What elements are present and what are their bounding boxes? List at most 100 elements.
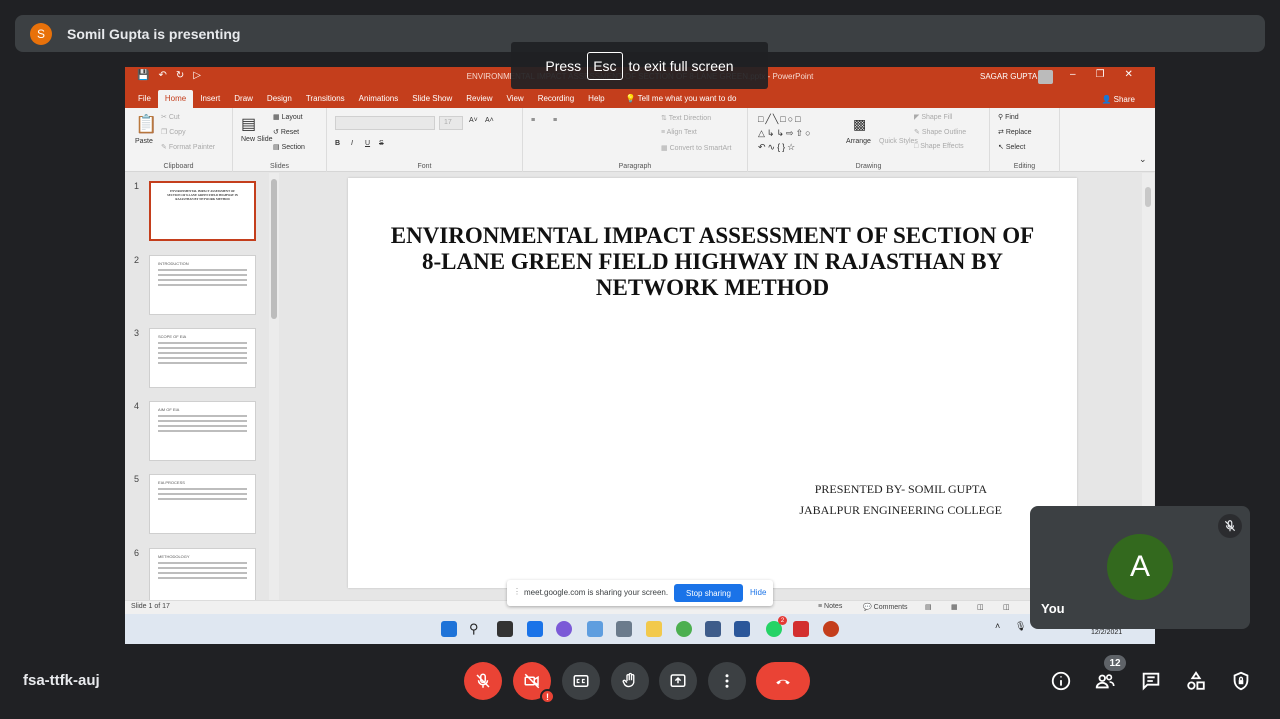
notepad-icon[interactable] [705,621,721,637]
tab-animations[interactable]: Animations [352,94,406,108]
self-video-tile[interactable]: A You [1030,506,1250,629]
tab-review[interactable]: Review [459,94,499,108]
drag-handle-icon[interactable]: ⋮ [513,587,521,596]
start-icon[interactable] [441,621,457,637]
font-size-input[interactable]: 17 [439,116,463,130]
word-icon[interactable] [734,621,750,637]
quick-styles-button[interactable]: Quick Styles [879,138,918,145]
more-options-button[interactable] [708,662,746,700]
leave-call-button[interactable] [756,662,810,700]
tab-slide-show[interactable]: Slide Show [405,94,459,108]
tab-view[interactable]: View [500,94,531,108]
present-now-button[interactable] [659,662,697,700]
close-icon[interactable]: ✕ [1125,69,1133,80]
shapes-gallery-row2[interactable]: △↳↳⇨⇧○ [758,128,813,139]
arrange-icon[interactable]: ▩ [853,116,866,133]
slideshow-view-icon[interactable]: ◫ [1003,603,1010,611]
select-button[interactable]: ↖ Select [998,143,1025,151]
numbering-icon[interactable]: ≡ [553,117,557,124]
powerpoint-icon[interactable] [823,621,839,637]
stop-sharing-button[interactable]: Stop sharing [674,584,743,602]
participants-button[interactable] [1092,668,1118,694]
scrollbar-thumb[interactable] [1145,187,1151,207]
strikethrough-button[interactable]: S [379,140,384,147]
share-button[interactable]: 👤 Share [1101,95,1135,104]
slide-thumbnail[interactable]: SCOPE OF EIA [149,328,256,388]
collapse-ribbon-icon[interactable]: ⌄ [1139,154,1147,165]
align-text-button[interactable]: ≡ Align Text [661,129,697,136]
tell-me-search[interactable]: 💡 Tell me what you want to do [626,94,737,108]
snipping-icon[interactable] [587,621,603,637]
normal-view-icon[interactable]: ▤ [925,603,932,611]
decrease-font-icon[interactable]: A˄ [485,117,494,124]
reset-button[interactable]: ↺ Reset [273,128,299,136]
tab-insert[interactable]: Insert [193,94,227,108]
meeting-details-button[interactable] [1048,668,1074,694]
find-button[interactable]: ⚲ Find [998,113,1019,121]
notes-button[interactable]: ≡ Notes [818,603,842,610]
thumbnail-scrollbar[interactable] [269,173,279,600]
new-slide-button[interactable]: New Slide [241,136,273,143]
bullets-icon[interactable]: ≡ [531,117,535,124]
new-slide-icon[interactable]: ▤ [241,114,256,134]
italic-button[interactable]: I [351,140,353,147]
calculator-icon[interactable] [616,621,632,637]
tab-transitions[interactable]: Transitions [299,94,352,108]
hide-notice-link[interactable]: Hide [750,588,766,597]
paste-button[interactable]: Paste [135,138,153,145]
captions-button[interactable] [562,662,600,700]
host-controls-button[interactable] [1228,668,1254,694]
raise-hand-button[interactable] [611,662,649,700]
shape-effects-button[interactable]: □ Shape Effects [914,143,964,150]
activities-button[interactable] [1183,668,1209,694]
chrome-icon[interactable] [676,621,692,637]
paste-icon[interactable]: 📋 [135,114,157,135]
acrobat-icon[interactable] [793,621,809,637]
bold-button[interactable]: B [335,140,340,147]
search-icon[interactable]: ⚲ [469,621,485,637]
tab-file[interactable]: File [131,94,158,108]
replace-button[interactable]: ⇄ Replace [998,128,1032,136]
tab-design[interactable]: Design [260,94,299,108]
reading-view-icon[interactable]: ◫ [977,603,984,611]
slide-thumbnail[interactable]: ENVIRONMENTAL IMPACT ASSESSMENT OF SECTI… [149,181,256,241]
comments-button[interactable]: 💬 Comments [863,603,908,611]
shapes-gallery-row3[interactable]: ↶∿{}☆ [758,142,797,153]
slide-canvas[interactable]: ENVIRONMENTAL IMPACT ASSESSMENT OF SECTI… [348,178,1077,588]
tab-help[interactable]: Help [581,94,611,108]
scrollbar-thumb[interactable] [271,179,277,319]
text-direction-button[interactable]: ⇅ Text Direction [661,114,711,122]
section-button[interactable]: ▤ Section [273,143,305,151]
layout-button[interactable]: ▦ Layout [273,113,303,121]
format-painter-button[interactable]: ✎ Format Painter [161,143,215,151]
chat-button[interactable] [1138,668,1164,694]
font-name-input[interactable] [335,116,435,130]
sorter-view-icon[interactable]: ▦ [951,603,958,611]
increase-font-icon[interactable]: A˅ [469,117,478,124]
slide-thumbnail[interactable]: EIA PROCESS [149,474,256,534]
arrange-button[interactable]: Arrange [846,138,871,145]
slide-thumbnail[interactable]: AIM OF EIA [149,401,256,461]
tray-chevron-icon[interactable]: ˄ [995,621,1011,637]
shapes-gallery[interactable]: □╱╲□○□ [758,114,803,125]
widgets-icon[interactable] [527,621,543,637]
slide-thumbnail[interactable]: INTRODUCTION [149,255,256,315]
convert-smartart-button[interactable]: ▦ Convert to SmartArt [661,144,731,152]
tab-draw[interactable]: Draw [227,94,260,108]
underline-button[interactable]: U [365,140,370,147]
account-name[interactable]: SAGAR GUPTA [980,72,1037,81]
slide-thumbnail[interactable]: METHODOLOGY [149,548,256,608]
account-avatar[interactable] [1038,70,1053,84]
mic-tray-icon[interactable]: 🎙 [1015,621,1031,637]
copy-button[interactable]: ❐ Copy [161,128,186,136]
tab-recording[interactable]: Recording [531,94,581,108]
shape-outline-button[interactable]: ✎ Shape Outline [914,128,966,136]
mic-toggle-button[interactable] [464,662,502,700]
camera-toggle-button[interactable]: ! [513,662,555,704]
maximize-icon[interactable]: ❐ [1096,69,1105,80]
teams-chat-icon[interactable] [556,621,572,637]
task-view-icon[interactable] [497,621,513,637]
tab-home[interactable]: Home [157,90,194,108]
file-explorer-icon[interactable] [646,621,662,637]
cut-button[interactable]: ✂ Cut [161,113,180,121]
